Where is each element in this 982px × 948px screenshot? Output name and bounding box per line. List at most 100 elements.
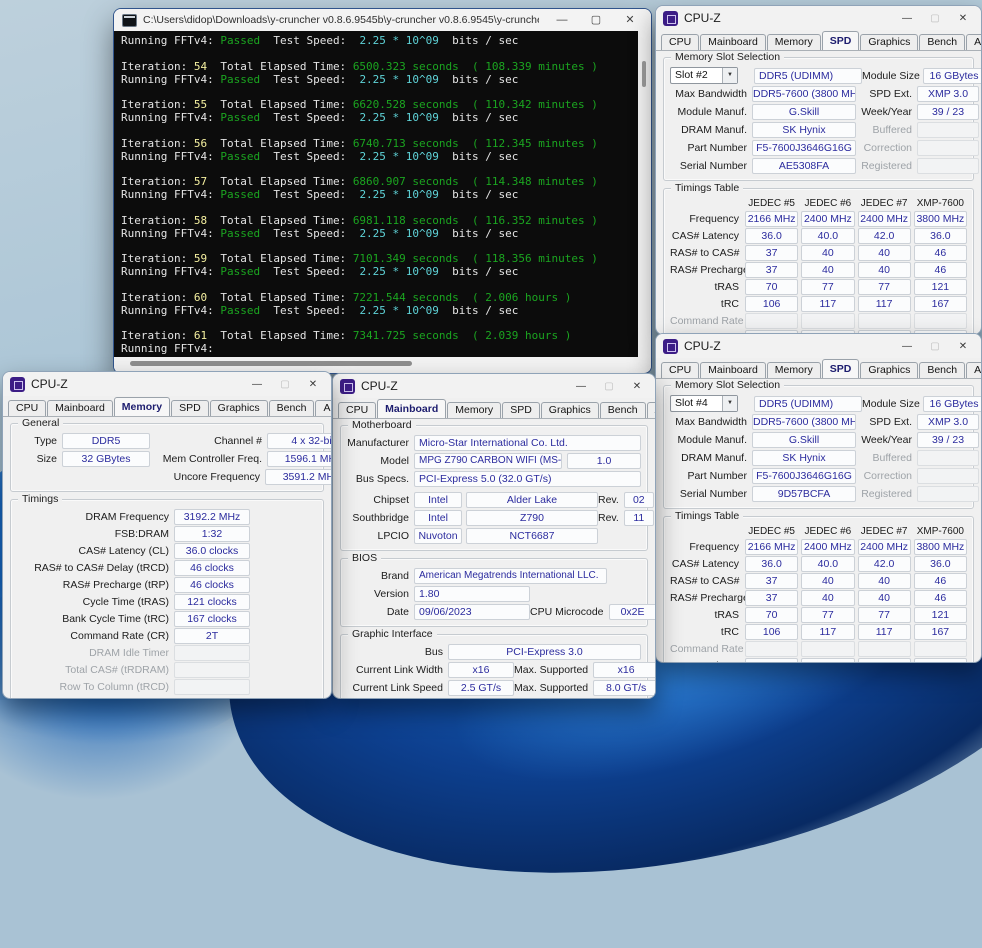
titlebar[interactable]: CPU-Z — ▢ ✕ [656,334,981,358]
maximize-button[interactable]: ▢ [579,10,613,30]
timing-value: 40 [801,245,854,261]
module-manuf-field: G.Skill [752,432,856,448]
terminal-line: Iteration: 60 Total Elapsed Time: 7221.5… [121,291,638,304]
tab-bar: CPUMainboardMemorySPDGraphicsBenchAbout [656,358,981,379]
terminal-titlebar[interactable]: C:\Users\didop\Downloads\y-cruncher v0.8… [114,9,651,31]
timing-value: 37 [745,573,798,589]
tab-bench[interactable]: Bench [269,400,315,416]
window-title: CPU-Z [684,339,887,353]
titlebar[interactable]: CPU-Z — ▢ ✕ [333,374,655,398]
cpu-microcode-field: 0x2E [609,604,656,620]
tab-about[interactable]: About [315,400,332,416]
minimize-button[interactable]: — [545,10,579,30]
tab-graphics[interactable]: Graphics [210,400,268,416]
timing-label: tRAS [670,281,742,293]
scrollbar-thumb[interactable] [130,361,412,366]
dram-manuf-field: SK Hynix [752,450,856,466]
max-bandwidth-field: DDR5-7600 (3800 MHz) [752,414,856,430]
spd-ext-field: XMP 3.0 [917,86,979,102]
field-label: Southbridge [347,512,414,524]
tab-mainboard[interactable]: Mainboard [47,400,113,416]
terminal-line: Running FFTv4: Passed Test Speed: 2.25 *… [121,265,638,278]
timing-label: RAS# Precharge [670,264,742,276]
tab-about[interactable]: About [966,34,982,50]
field-label: Serial Number [670,488,752,500]
close-button[interactable]: ✕ [949,337,977,356]
tab-spd[interactable]: SPD [822,359,860,378]
scrollbar-thumb[interactable] [642,61,646,87]
timing-value: 121 [914,607,967,623]
field-label: Cycle Time (tRAS) [17,596,174,608]
tab-cpu[interactable]: CPU [661,362,699,378]
field-label: Serial Number [670,160,752,172]
terminal-line: Iteration: 61 Total Elapsed Time: 7341.7… [121,329,638,342]
cpuz-app-icon [663,339,678,354]
tab-about[interactable]: About [966,362,982,378]
close-button[interactable]: ✕ [623,377,651,396]
timing-value: 2166 MHz [745,539,798,555]
tab-bar: CPUMainboardMemorySPDGraphicsBenchAbout [333,398,655,419]
timing-value: 77 [858,607,911,623]
timing-value: 37 [745,262,798,278]
tab-mainboard[interactable]: Mainboard [377,399,446,418]
module-size-field: 16 GBytes [923,396,982,412]
buffered-field [917,450,979,466]
bios-date-field: 09/06/2023 [414,604,530,620]
memory-timing-row: RAS# to CAS# Delay (tRCD)46 clocks [17,560,317,576]
timing-label: tRC [670,298,742,310]
tab-cpu[interactable]: CPU [8,400,46,416]
close-button[interactable]: ✕ [299,375,327,394]
console-icon [122,14,137,27]
corner-cell [670,198,742,210]
maximize-button: ▢ [595,377,623,396]
timing-value: 2166 MHz [745,211,798,227]
titlebar[interactable]: CPU-Z — ▢ ✕ [3,372,331,396]
tab-memory[interactable]: Memory [447,402,501,418]
tab-graphics[interactable]: Graphics [541,402,599,418]
vertical-scrollbar[interactable] [638,31,651,357]
timing-value [858,313,911,329]
timings-table-group: Timings Table JEDEC #5JEDEC #6JEDEC #7XM… [663,188,974,335]
timing-label: CAS# Latency [670,230,742,242]
tab-spd[interactable]: SPD [822,31,860,50]
southbridge-field: Z790 [466,510,598,526]
terminal-line [121,317,638,330]
uncore-frequency-field: 3591.2 MHz [265,469,332,485]
close-button[interactable]: ✕ [613,10,647,30]
titlebar[interactable]: CPU-Z — ▢ ✕ [656,6,981,30]
window-title: CPU-Z [361,379,561,393]
minimize-button[interactable]: — [567,377,595,396]
tab-memory[interactable]: Memory [767,34,821,50]
slot-type-field: DDR5 (UDIMM) [754,396,862,412]
minimize-button[interactable]: — [893,337,921,356]
manufacturer-field: Micro-Star International Co. Ltd. [414,435,641,451]
dropdown-arrow-icon[interactable]: ▼ [722,396,737,411]
terminal-line: Running FFTv4: Passed Test Speed: 2.25 *… [121,227,638,240]
tab-graphics[interactable]: Graphics [860,362,918,378]
dropdown-arrow-icon[interactable]: ▼ [722,68,737,83]
field-label: FSB:DRAM [17,528,174,540]
minimize-button[interactable]: — [243,375,271,394]
tab-bench[interactable]: Bench [919,34,965,50]
tab-cpu[interactable]: CPU [661,34,699,50]
tab-bench[interactable]: Bench [919,362,965,378]
tab-mainboard[interactable]: Mainboard [700,362,766,378]
tab-cpu[interactable]: CPU [338,402,376,418]
tab-mainboard[interactable]: Mainboard [700,34,766,50]
tab-about[interactable]: About [647,402,656,418]
tab-spd[interactable]: SPD [502,402,540,418]
memory-slot-select[interactable]: Slot #4▼ [670,395,738,412]
tab-graphics[interactable]: Graphics [860,34,918,50]
tab-spd[interactable]: SPD [171,400,209,416]
field-label: DRAM Manuf. [670,124,752,136]
terminal-line [121,47,638,60]
tab-memory[interactable]: Memory [767,362,821,378]
tab-bench[interactable]: Bench [600,402,646,418]
southbridge-brand-field: Intel [414,510,462,526]
memory-slot-select[interactable]: Slot #2▼ [670,67,738,84]
close-button[interactable]: ✕ [949,9,977,28]
horizontal-scrollbar[interactable] [114,357,638,371]
motherboard-group: Motherboard Manufacturer Micro-Star Inte… [340,425,648,551]
tab-memory[interactable]: Memory [114,397,170,416]
minimize-button[interactable]: — [893,9,921,28]
